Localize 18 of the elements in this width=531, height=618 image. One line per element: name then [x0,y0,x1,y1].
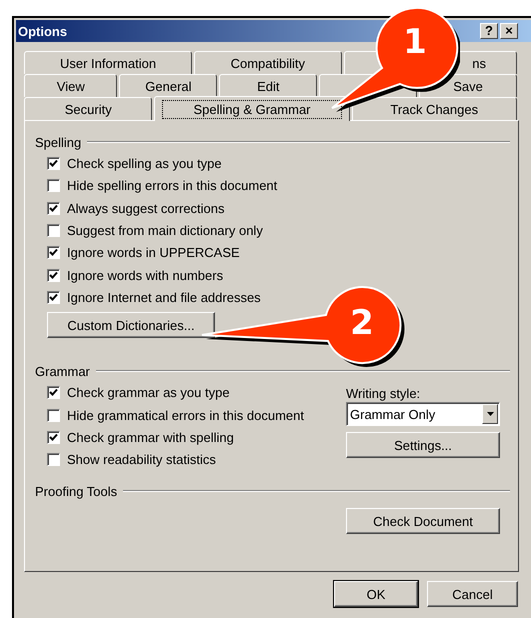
option-label: Ignore Internet and file addresses [67,290,261,305]
option-label: Check spelling as you type [67,156,222,172]
callout-number: 1 [402,22,428,62]
group-title: Spelling [35,134,82,150]
field-label: Writing style: [346,386,422,402]
option-label: Ignore words with numbers [67,268,224,283]
option-label: Always suggest corrections [67,200,225,216]
window-title: Options [18,24,68,38]
option-label: Show readability statistics [67,452,216,468]
option-label: Ignore words in UPPERCASE [67,245,240,260]
option-label: Check grammar with spelling [67,430,234,445]
option-label: Hide spelling errors in this document [67,178,278,194]
group-title: Proofing Tools [35,484,118,499]
option-label: Hide grammatical errors in this document [67,408,304,423]
callout-number: 2 [349,303,375,343]
option-label: Check grammar as you type [67,385,230,400]
option-label: Suggest from main dictionary only [67,223,263,238]
group-title: Grammar [35,364,90,379]
